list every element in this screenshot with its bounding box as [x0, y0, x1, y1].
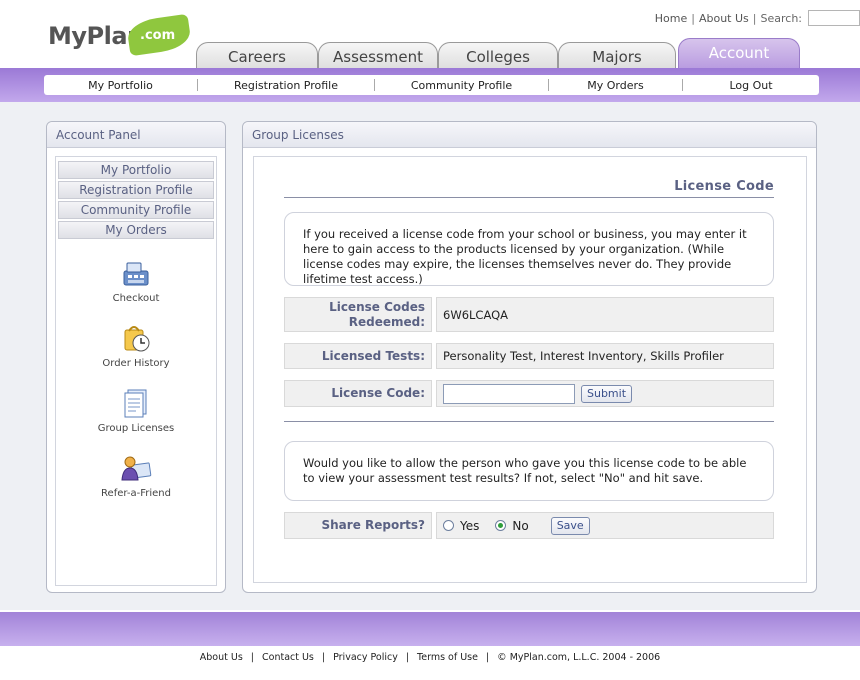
license-code-row: License Code: Submit — [284, 380, 774, 407]
license-code-input[interactable] — [443, 383, 575, 404]
cash-register-icon — [123, 262, 149, 286]
tab-majors[interactable]: Majors — [558, 42, 676, 71]
redeemed-value: 6W6LCAQA — [436, 297, 774, 332]
search-input[interactable] — [808, 10, 860, 26]
redeemed-label: License Codes Redeemed: — [284, 297, 432, 332]
footer-privacy-policy-link[interactable]: Privacy Policy — [333, 652, 398, 663]
side-my-portfolio-button[interactable]: My Portfolio — [58, 161, 214, 179]
group-licenses-label: Group Licenses — [97, 423, 175, 434]
subnav-registration-profile[interactable]: Registration Profile — [198, 79, 374, 92]
order-history-label: Order History — [102, 358, 170, 369]
person-card-icon — [121, 456, 152, 481]
license-intro-text: If you received a license code from your… — [284, 212, 774, 286]
licensed-tests-label: Licensed Tests: — [284, 343, 432, 369]
license-document-icon — [124, 389, 147, 418]
share-reports-label: Share Reports? — [284, 512, 432, 539]
checkout-link[interactable]: Checkout — [56, 257, 216, 304]
account-panel-title: Account Panel — [47, 122, 225, 148]
redeemed-row: License Codes Redeemed: 6W6LCAQA — [284, 297, 774, 332]
checkout-label: Checkout — [112, 293, 160, 304]
tab-careers[interactable]: Careers — [196, 42, 318, 71]
licensed-tests-row: Licensed Tests: Personality Test, Intere… — [284, 343, 774, 369]
side-registration-profile-button[interactable]: Registration Profile — [58, 181, 214, 199]
shopping-bag-clock-icon — [124, 326, 150, 352]
home-link[interactable]: Home — [655, 12, 687, 25]
footer-contact-us-link[interactable]: Contact Us — [262, 652, 314, 663]
share-explanation-text: Would you like to allow the person who g… — [284, 441, 774, 501]
share-reports-cell: Yes No Save — [436, 512, 774, 539]
footer-copyright: © MyPlan.com, L.L.C. 2004 - 2006 — [497, 652, 661, 663]
divider — [284, 421, 774, 422]
subnav-community-profile[interactable]: Community Profile — [375, 79, 548, 92]
group-licenses-title: Group Licenses — [243, 122, 816, 148]
share-no-label[interactable]: No — [512, 519, 528, 533]
search-label: Search: — [760, 12, 803, 25]
share-reports-row: Share Reports? Yes No Save — [284, 512, 774, 539]
top-links: Home | About Us | Search: — [654, 12, 803, 25]
refer-a-friend-link[interactable]: Refer-a-Friend — [56, 452, 216, 499]
footer-about-us-link[interactable]: About Us — [200, 652, 243, 663]
share-yes-radio[interactable] — [443, 520, 454, 531]
subnav-log-out[interactable]: Log Out — [683, 79, 819, 92]
tab-account[interactable]: Account — [678, 38, 800, 70]
license-code-cell: Submit — [436, 380, 774, 407]
account-panel: Account Panel My Portfolio Registration … — [46, 121, 226, 593]
subnav-my-portfolio[interactable]: My Portfolio — [44, 79, 197, 92]
logo-suffix: .com — [140, 28, 176, 43]
group-licenses-link[interactable]: Group Licenses — [56, 387, 216, 434]
submit-button[interactable]: Submit — [581, 384, 633, 403]
tab-colleges[interactable]: Colleges — [438, 42, 558, 71]
divider — [284, 197, 774, 198]
refer-a-friend-label: Refer-a-Friend — [101, 488, 171, 499]
about-us-link[interactable]: About Us — [699, 12, 749, 25]
share-yes-label[interactable]: Yes — [460, 519, 479, 533]
tab-assessment[interactable]: Assessment — [318, 42, 438, 71]
footer-terms-of-use-link[interactable]: Terms of Use — [417, 652, 478, 663]
license-code-heading: License Code — [674, 179, 774, 194]
side-community-profile-button[interactable]: Community Profile — [58, 201, 214, 219]
footer-band — [0, 612, 860, 646]
account-panel-body: My Portfolio Registration Profile Commun… — [55, 156, 217, 586]
subnav-my-orders[interactable]: My Orders — [549, 79, 682, 92]
footer-links: About Us | Contact Us | Privacy Policy | Terms… — [199, 652, 661, 663]
license-code-label: License Code: — [284, 380, 432, 407]
share-no-radio[interactable] — [495, 520, 507, 531]
side-my-orders-button[interactable]: My Orders — [58, 221, 214, 239]
order-history-link[interactable]: Order History — [56, 322, 216, 369]
save-button[interactable]: Save — [550, 516, 590, 535]
account-subnav: My Portfolio Registration Profile Commun… — [44, 75, 819, 95]
licensed-tests-value: Personality Test, Interest Inventory, Sk… — [436, 343, 774, 369]
